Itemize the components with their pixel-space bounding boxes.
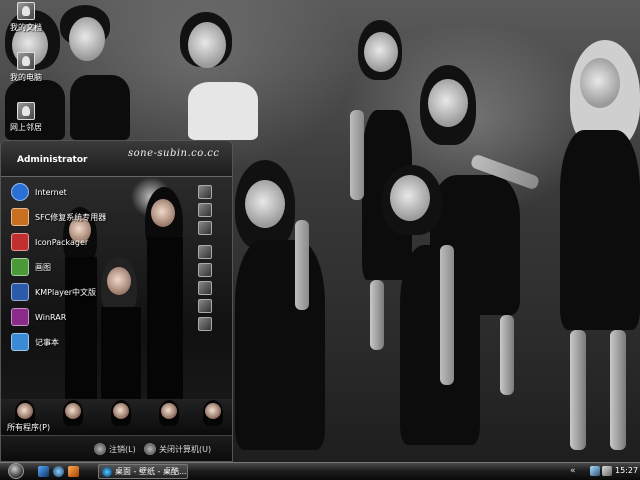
wallpaper-figure bbox=[178, 12, 288, 140]
kmplayer-icon bbox=[11, 283, 29, 301]
program-sfc[interactable]: SFC修复系统专用器 bbox=[11, 206, 106, 228]
taskbar: 桌面 - 壁纸 - 桌酷... « 15:27 bbox=[0, 462, 640, 480]
wallpaper-figure bbox=[55, 5, 145, 140]
start-menu: Administrator Internet SFC修复系统专用器 IconPa… bbox=[0, 140, 233, 462]
start-button[interactable] bbox=[8, 463, 24, 479]
places-icon[interactable] bbox=[198, 245, 212, 259]
program-winrar[interactable]: WinRAR bbox=[11, 306, 66, 328]
sfc-icon bbox=[11, 208, 29, 226]
logoff-label: 注销(L) bbox=[109, 444, 136, 454]
internet-explorer-icon bbox=[11, 183, 29, 201]
places-icon[interactable] bbox=[198, 317, 212, 331]
places-icon[interactable] bbox=[198, 203, 212, 217]
places-icon[interactable] bbox=[198, 299, 212, 313]
my-documents-icon bbox=[17, 2, 35, 20]
start-menu-header: Administrator bbox=[1, 141, 232, 177]
my-computer-icon bbox=[17, 52, 35, 70]
program-internet[interactable]: Internet bbox=[11, 181, 67, 203]
desktop-icon-my-computer[interactable]: 我的电脑 bbox=[0, 52, 52, 83]
iconpackager-icon bbox=[11, 233, 29, 251]
logoff-icon bbox=[94, 443, 106, 455]
program-label: IconPackager bbox=[35, 237, 89, 247]
winrar-icon bbox=[11, 308, 29, 326]
quicklaunch-show-desktop-icon[interactable] bbox=[38, 466, 49, 477]
wallpaper-figure bbox=[235, 160, 345, 450]
paint-icon bbox=[11, 258, 29, 276]
program-label: WinRAR bbox=[35, 312, 67, 322]
user-name: Administrator bbox=[17, 155, 88, 165]
wallpaper-figure bbox=[360, 165, 510, 455]
places-icon[interactable] bbox=[198, 281, 212, 295]
program-paint[interactable]: 画图 bbox=[11, 256, 51, 278]
taskbar-window-label: 桌面 - 壁纸 - 桌酷... bbox=[115, 467, 187, 476]
program-kmplayer[interactable]: KMPlayer中文版 bbox=[11, 281, 96, 303]
wallpaper-figure bbox=[530, 40, 640, 460]
logoff-button[interactable]: 注销(L) bbox=[94, 443, 136, 455]
places-icon[interactable] bbox=[198, 185, 212, 199]
quicklaunch-media-icon[interactable] bbox=[68, 466, 79, 477]
shutdown-label: 关闭计算机(U) bbox=[159, 444, 212, 454]
network-places-icon bbox=[17, 102, 35, 120]
all-programs-button[interactable]: 所有程序(P) bbox=[7, 422, 50, 433]
desktop-icon-label: 网上邻居 bbox=[10, 123, 42, 132]
program-label: 画图 bbox=[35, 262, 51, 272]
notepad-icon bbox=[11, 333, 29, 351]
program-iconpackager[interactable]: IconPackager bbox=[11, 231, 88, 253]
program-label: KMPlayer中文版 bbox=[35, 287, 97, 297]
desktop-icon-label: 我的电脑 bbox=[10, 73, 42, 82]
shutdown-button[interactable]: 关闭计算机(U) bbox=[144, 443, 211, 455]
clock[interactable]: 15:27 bbox=[615, 466, 638, 475]
program-label: SFC修复系统专用器 bbox=[35, 212, 107, 222]
desktop-icon-my-documents[interactable]: 我的文档 bbox=[0, 2, 52, 33]
program-notepad[interactable]: 记事本 bbox=[11, 331, 59, 353]
network-tray-icon[interactable] bbox=[590, 466, 600, 476]
program-label: 记事本 bbox=[35, 337, 59, 347]
quicklaunch-browser-icon[interactable] bbox=[53, 466, 64, 477]
tray-expand-icon[interactable]: « bbox=[570, 466, 576, 476]
start-menu-footer: 注销(L) 关闭计算机(U) bbox=[1, 435, 232, 461]
program-label: Internet bbox=[35, 187, 67, 197]
volume-tray-icon[interactable] bbox=[602, 466, 612, 476]
watermark-text: sone-subin.co.cc bbox=[128, 148, 220, 159]
start-menu-body: Internet SFC修复系统专用器 IconPackager 画图 KMPl… bbox=[1, 177, 232, 431]
power-icon bbox=[144, 443, 156, 455]
taskbar-window-button[interactable]: 桌面 - 壁纸 - 桌酷... bbox=[98, 464, 188, 479]
desktop-icon-network-places[interactable]: 网上邻居 bbox=[0, 102, 52, 133]
places-icon[interactable] bbox=[198, 263, 212, 277]
desktop-icon-label: 我的文档 bbox=[10, 23, 42, 32]
internet-explorer-icon bbox=[102, 466, 112, 477]
places-icon[interactable] bbox=[198, 221, 212, 235]
